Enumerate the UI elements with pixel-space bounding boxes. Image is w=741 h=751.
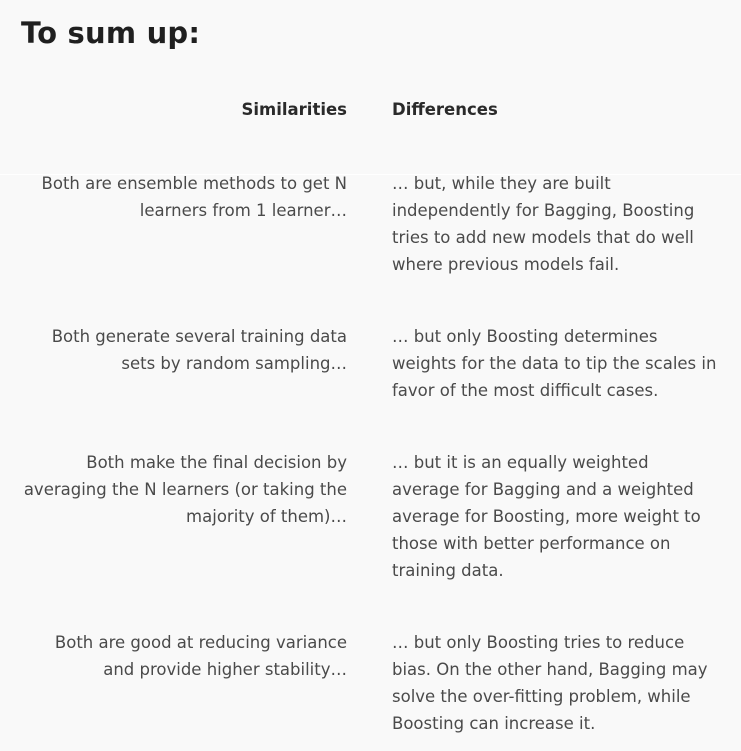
- comparison-table: Similarities Differences Both are ensemb…: [0, 0, 741, 751]
- difference-cell: … but it is an equally weighted average …: [392, 453, 701, 580]
- differences-header: Differences: [392, 100, 498, 119]
- difference-cell: … but, while they are built independentl…: [392, 174, 695, 274]
- difference-cell: … but only Boosting tries to reduce bias…: [392, 633, 708, 733]
- difference-cell: … but only Boosting determines weights f…: [392, 327, 717, 400]
- similarity-cell: Both are good at reducing variance and p…: [54, 633, 347, 679]
- similarity-cell: Both make the final decision by averagin…: [23, 453, 347, 526]
- table-header-row: Similarities Differences: [0, 100, 741, 124]
- similarities-header: Similarities: [241, 100, 347, 119]
- similarity-cell: Both generate several training data sets…: [51, 327, 347, 373]
- similarity-cell: Both are ensemble methods to get N learn…: [41, 174, 347, 220]
